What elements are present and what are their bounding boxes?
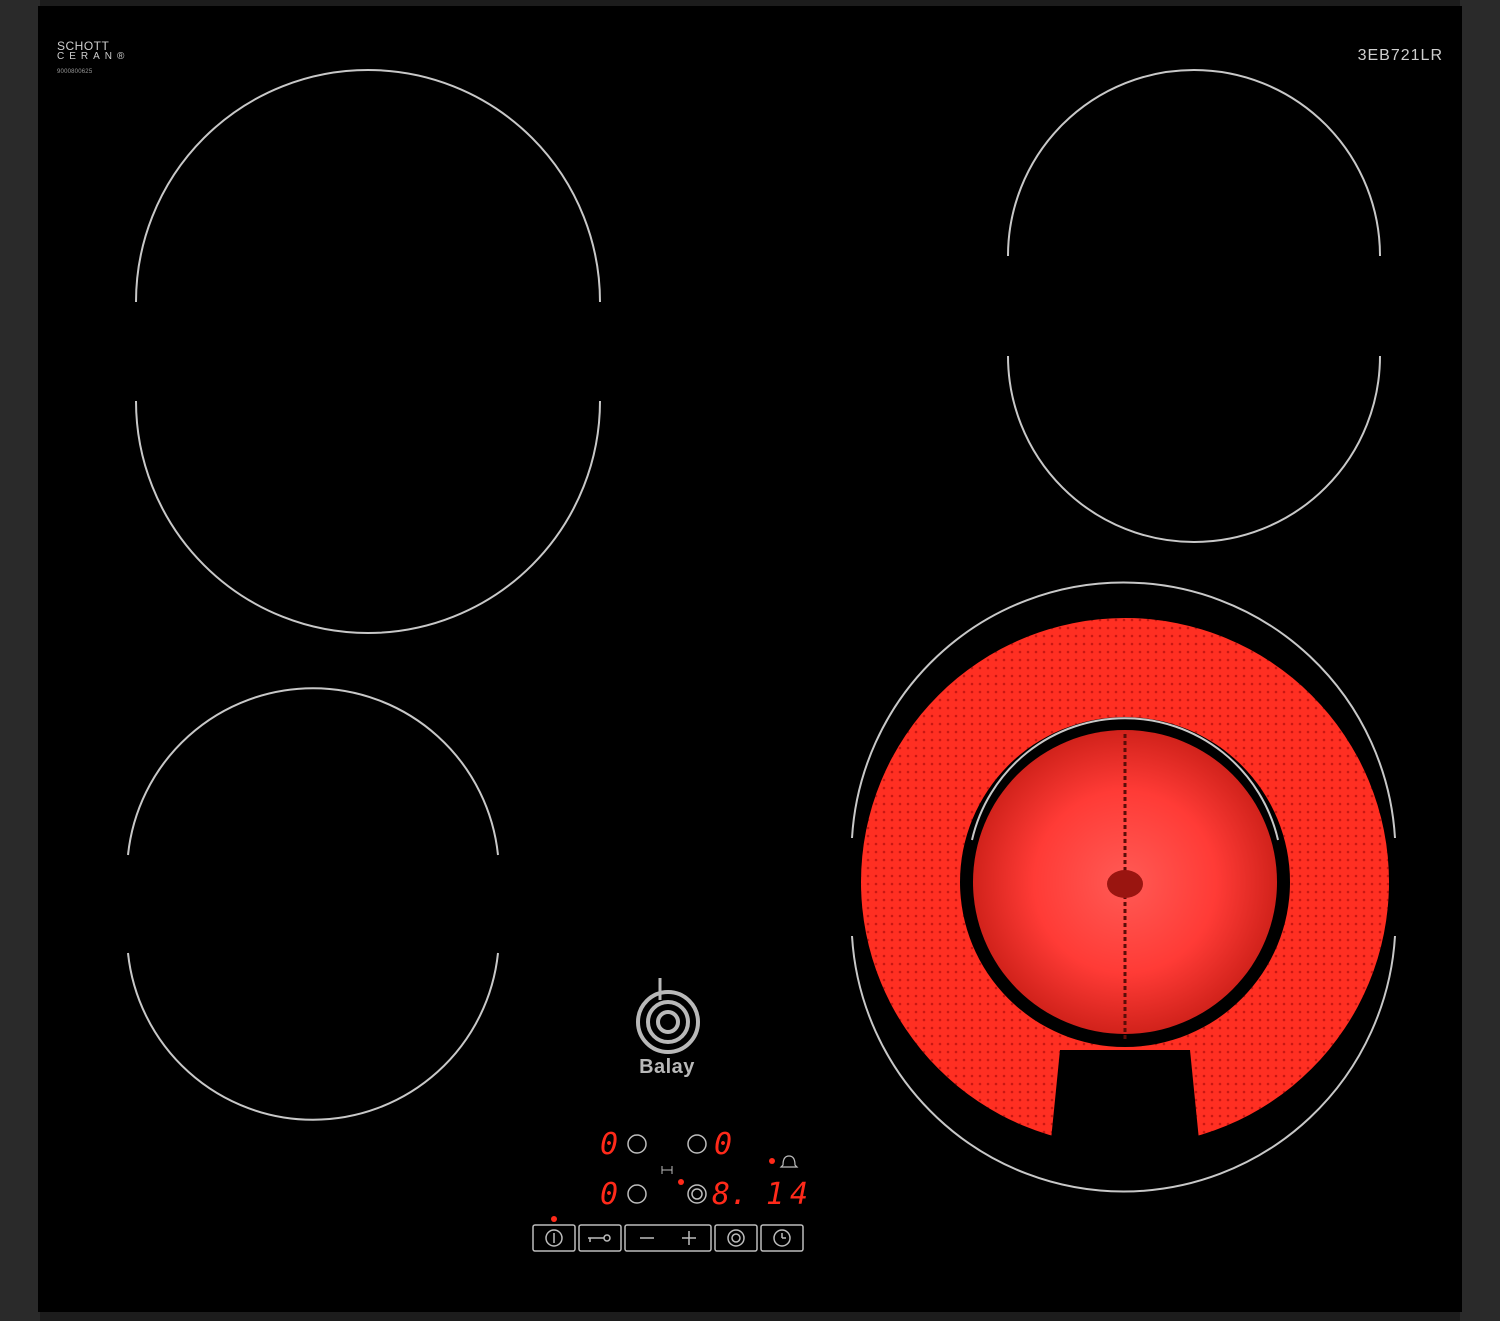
power-led <box>551 1216 557 1222</box>
dual-zone-button-hit[interactable] <box>715 1225 757 1251</box>
logo-text: Balay <box>639 1056 695 1078</box>
glass-brand-line2: CERAN® <box>57 51 130 62</box>
display-zone-bottom-left: 0 <box>600 1177 619 1212</box>
lock-button-hit[interactable] <box>579 1225 621 1251</box>
timer-led <box>769 1158 775 1164</box>
timer-button-hit[interactable] <box>761 1225 803 1251</box>
model-number: 3EB721LR <box>1357 47 1443 64</box>
minus-button-hit[interactable] <box>625 1225 668 1251</box>
glass-brand-label: SCHOTT CERAN® 9000800625 <box>57 40 129 75</box>
frame-edge-right <box>1460 0 1500 1321</box>
display-zone-top-left: 0 <box>600 1127 619 1162</box>
serial-number: 9000800625 <box>57 69 93 75</box>
cooktop <box>0 0 1500 1321</box>
frame-edge-left <box>0 0 40 1321</box>
power-button-hit[interactable] <box>533 1225 575 1251</box>
coil-gap <box>1050 1050 1200 1150</box>
display-zone-top-right: 0 <box>714 1127 733 1162</box>
center-spot <box>1107 870 1143 898</box>
zone-led <box>678 1179 684 1185</box>
display-zone-bottom-right: 8. <box>712 1177 749 1212</box>
plus-button-hit[interactable] <box>668 1225 711 1251</box>
display-timer: 14 <box>766 1177 815 1212</box>
